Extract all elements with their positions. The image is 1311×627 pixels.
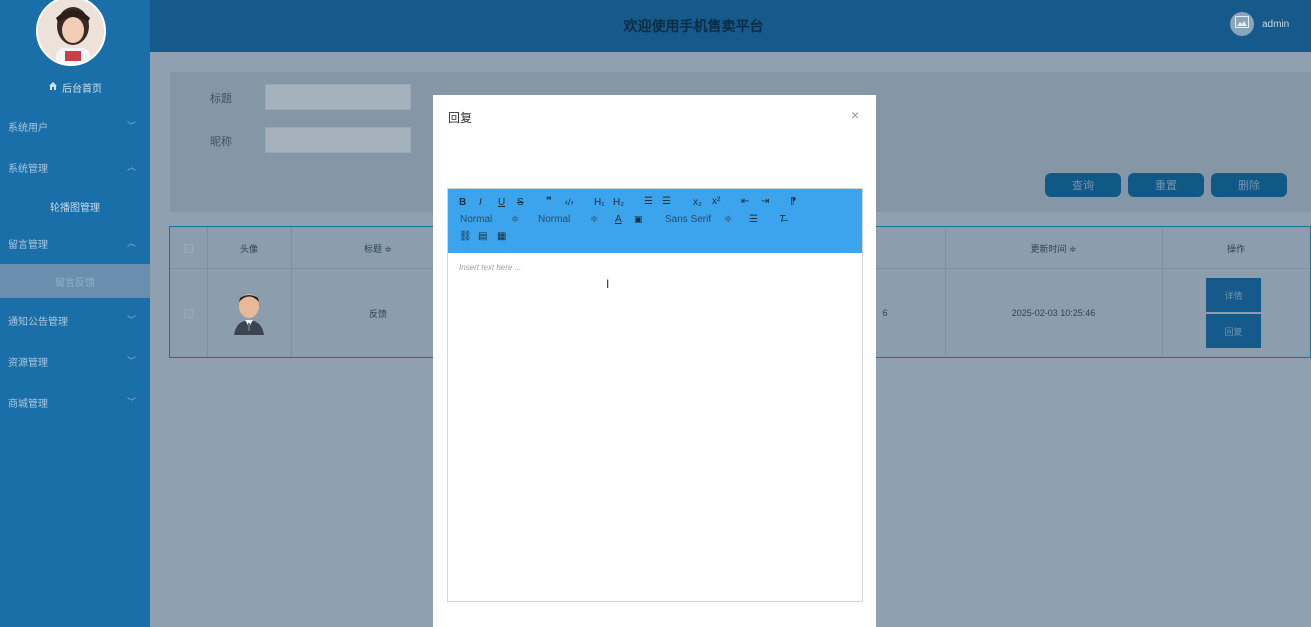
row-avatar xyxy=(207,269,291,357)
chevron-updown-icon: ≑ xyxy=(511,214,520,225)
ordered-list-icon[interactable]: ☰ xyxy=(644,196,653,207)
rich-text-editor: B I U S ❞ ‹/› H₁ H₂ ☰ ☰ x₂ x² ⇤ ⇥ ⁋ Norm… xyxy=(447,188,863,602)
header: 欢迎使用手机售卖平台 admin xyxy=(150,0,1311,52)
row-select-cell xyxy=(170,269,207,357)
bullet-list-icon[interactable]: ☰ xyxy=(662,196,671,207)
nickname-search-input[interactable] xyxy=(265,127,411,153)
sidebar-item-feedback[interactable]: 留言反馈 xyxy=(0,264,150,298)
underline-icon[interactable]: U xyxy=(498,197,505,208)
editor-toolbar: B I U S ❞ ‹/› H₁ H₂ ☰ ☰ x₂ x² ⇤ ⇥ ⁋ Norm… xyxy=(448,189,862,253)
sidebar-item-system-management[interactable]: 系统管理 ︿ xyxy=(0,157,150,177)
row-updated: 2025-02-03 10:25:46 xyxy=(1011,308,1096,318)
delete-button[interactable]: 删除 xyxy=(1211,173,1287,197)
header-actions: 操作 xyxy=(1226,243,1245,254)
header-2-icon[interactable]: H₂ xyxy=(613,197,624,208)
italic-icon[interactable]: I xyxy=(479,197,482,208)
reply-dialog: 回复 × B I U S ❞ ‹/› H₁ H₂ ☰ ☰ x₂ x² ⇤ ⇥ ⁋… xyxy=(433,95,876,627)
detail-button[interactable]: 详情 xyxy=(1206,278,1261,312)
header-updated[interactable]: 更新时间 ≑ xyxy=(945,227,1162,269)
select-all-cell xyxy=(170,227,207,269)
chevron-down-icon: ﹀ xyxy=(126,356,136,366)
sidebar-item-label: 留言管理 xyxy=(8,239,48,251)
superscript-icon[interactable]: x² xyxy=(712,196,720,207)
chevron-updown-icon: ≑ xyxy=(724,214,733,225)
close-icon[interactable]: × xyxy=(851,107,859,123)
sidebar-item-notices[interactable]: 通知公告管理 ﹀ xyxy=(0,310,150,330)
nav-home[interactable]: 后台首页 xyxy=(0,78,150,96)
home-icon xyxy=(48,81,58,94)
select-all-checkbox[interactable] xyxy=(184,243,193,253)
avatar xyxy=(36,0,106,66)
sidebar-item-label: 轮播图管理 xyxy=(50,202,100,214)
size-select[interactable]: Normal xyxy=(538,214,570,225)
chevron-up-icon: ︿ xyxy=(126,238,136,248)
sidebar-item-label: 系统管理 xyxy=(8,163,48,175)
outdent-icon[interactable]: ⇤ xyxy=(741,196,749,207)
sidebar-item-label: 系统用户 xyxy=(8,122,48,134)
background-color-icon[interactable]: ▣ xyxy=(634,214,643,225)
chevron-down-icon: ﹀ xyxy=(126,315,136,325)
strike-icon[interactable]: S xyxy=(517,197,524,208)
editor-content[interactable]: Insert text here ... I xyxy=(448,253,862,601)
nav-home-label: 后台首页 xyxy=(62,83,102,95)
page-title: 欢迎使用手机售卖平台 xyxy=(623,18,764,34)
query-button[interactable]: 查询 xyxy=(1045,173,1121,197)
image-icon xyxy=(1235,15,1249,33)
chevron-down-icon: ﹀ xyxy=(126,121,136,131)
link-icon[interactable]: ⛓ xyxy=(459,231,472,242)
row-checkbox[interactable] xyxy=(184,308,193,318)
image-icon[interactable]: ▤ xyxy=(478,231,487,242)
title-label: 标题 xyxy=(210,93,232,105)
code-block-icon[interactable]: ‹/› xyxy=(565,197,574,207)
chevron-down-icon: ﹀ xyxy=(126,397,136,407)
header-select[interactable]: Normal xyxy=(460,214,492,225)
chevron-updown-icon: ≑ xyxy=(590,214,599,225)
dialog-title: 回复 xyxy=(448,111,473,125)
header-1-icon[interactable]: H₁ xyxy=(594,197,605,208)
sidebar-item-resources[interactable]: 资源管理 ﹀ xyxy=(0,351,150,371)
title-search-input[interactable] xyxy=(265,84,411,110)
sidebar-item-mall[interactable]: 商城管理 ﹀ xyxy=(0,392,150,412)
subscript-icon[interactable]: x₂ xyxy=(693,197,702,208)
sidebar: 后台首页 系统用户 ﹀ 系统管理 ︿ 轮播图管理 留言管理 ︿ 留言反馈 通知公… xyxy=(0,0,150,627)
editor-placeholder: Insert text here ... xyxy=(459,263,522,272)
font-select[interactable]: Sans Serif xyxy=(665,214,711,225)
align-icon[interactable]: ☰ xyxy=(749,214,758,225)
blockquote-icon[interactable]: ❞ xyxy=(546,196,552,207)
reply-button[interactable]: 回复 xyxy=(1206,314,1261,348)
header-avatar: 头像 xyxy=(239,243,258,254)
sidebar-item-label: 资源管理 xyxy=(8,357,48,369)
video-icon[interactable]: ▦ xyxy=(497,231,506,242)
sidebar-item-label: 通知公告管理 xyxy=(8,316,68,328)
chevron-up-icon: ︿ xyxy=(126,162,136,172)
sidebar-item-label: 留言反馈 xyxy=(55,277,95,289)
sidebar-item-messages[interactable]: 留言管理 ︿ xyxy=(0,233,150,253)
sidebar-item-label: 商城管理 xyxy=(8,398,48,410)
bold-icon[interactable]: B xyxy=(459,197,466,208)
user-name[interactable]: admin xyxy=(1262,19,1289,30)
clear-format-icon[interactable]: T̶ xyxy=(779,214,785,225)
text-cursor-icon: I xyxy=(606,277,610,291)
user-avatar[interactable] xyxy=(1230,12,1254,36)
reset-button[interactable]: 重置 xyxy=(1128,173,1204,197)
text-direction-icon[interactable]: ⁋ xyxy=(790,196,796,207)
sidebar-item-system-users[interactable]: 系统用户 ﹀ xyxy=(0,116,150,136)
indent-icon[interactable]: ⇥ xyxy=(761,196,769,207)
font-color-icon[interactable]: A xyxy=(615,214,622,225)
nickname-label: 昵称 xyxy=(210,136,232,148)
sidebar-item-carousel[interactable]: 轮播图管理 xyxy=(0,196,150,216)
